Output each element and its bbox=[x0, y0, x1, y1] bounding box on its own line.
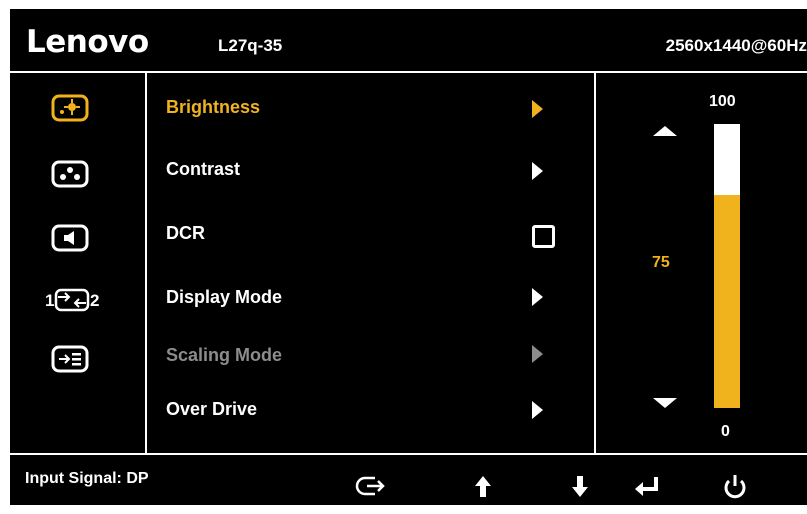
enter-button[interactable] bbox=[630, 469, 664, 503]
menu-item-display-mode[interactable]: Display Mode bbox=[166, 287, 282, 308]
input-switch-icon: 1 2 bbox=[45, 288, 99, 312]
enter-icon bbox=[635, 477, 658, 496]
input-signal-status: Input Signal: DP bbox=[25, 470, 149, 487]
input-source-icon bbox=[355, 476, 385, 496]
audio-icon bbox=[51, 224, 89, 252]
footer-divider bbox=[10, 453, 807, 455]
menu-item-brightness[interactable]: Brightness bbox=[166, 97, 260, 118]
sidebar-item-input[interactable]: 1 2 bbox=[44, 285, 104, 315]
header-divider bbox=[10, 71, 807, 73]
slider-value: 75 bbox=[652, 254, 670, 271]
osd-menu: Lenovo L27q-35 2560x1440@60Hz 1 2 Bright… bbox=[10, 9, 807, 505]
menu-item-over-drive[interactable]: Over Drive bbox=[166, 399, 257, 420]
over-drive-arrow-icon bbox=[532, 401, 543, 419]
svg-text:2: 2 bbox=[90, 291, 99, 310]
power-icon bbox=[724, 475, 746, 499]
brand-logo: Lenovo bbox=[26, 24, 149, 60]
arrow-down-icon bbox=[572, 476, 588, 497]
menu-item-dcr[interactable]: DCR bbox=[166, 223, 205, 244]
sidebar-divider bbox=[145, 71, 147, 455]
menu-item-contrast[interactable]: Contrast bbox=[166, 159, 240, 180]
brightness-arrow-icon bbox=[532, 100, 543, 118]
color-icon bbox=[51, 160, 89, 188]
menu-settings-icon bbox=[51, 345, 89, 373]
sidebar-item-menu-settings[interactable] bbox=[50, 344, 90, 374]
scaling-mode-arrow-icon bbox=[532, 345, 543, 363]
slider-up-icon[interactable] bbox=[653, 126, 677, 136]
model-name: L27q-35 bbox=[218, 36, 283, 55]
arrow-up-icon bbox=[475, 476, 491, 497]
display-mode-arrow-icon bbox=[532, 288, 543, 306]
brightness-icon bbox=[51, 94, 89, 122]
menu-item-scaling-mode: Scaling Mode bbox=[166, 345, 283, 365]
slider-max-label: 100 bbox=[709, 93, 736, 110]
input-source-button[interactable] bbox=[355, 469, 389, 503]
slider-fill bbox=[714, 195, 740, 408]
slider-min-label: 0 bbox=[721, 423, 730, 440]
brightness-slider[interactable] bbox=[714, 124, 740, 408]
sidebar-item-color[interactable] bbox=[50, 159, 90, 189]
up-button[interactable] bbox=[466, 469, 500, 503]
down-button[interactable] bbox=[563, 469, 597, 503]
sidebar-item-brightness[interactable] bbox=[50, 93, 90, 123]
sidebar-item-audio[interactable] bbox=[50, 223, 90, 253]
power-button[interactable] bbox=[718, 469, 752, 503]
slider-down-icon[interactable] bbox=[653, 398, 677, 408]
svg-text:1: 1 bbox=[45, 291, 54, 310]
contrast-arrow-icon bbox=[532, 162, 543, 180]
dcr-checkbox[interactable] bbox=[532, 225, 555, 248]
slider-divider bbox=[594, 71, 596, 455]
resolution-readout: 2560x1440@60Hz bbox=[665, 36, 807, 55]
